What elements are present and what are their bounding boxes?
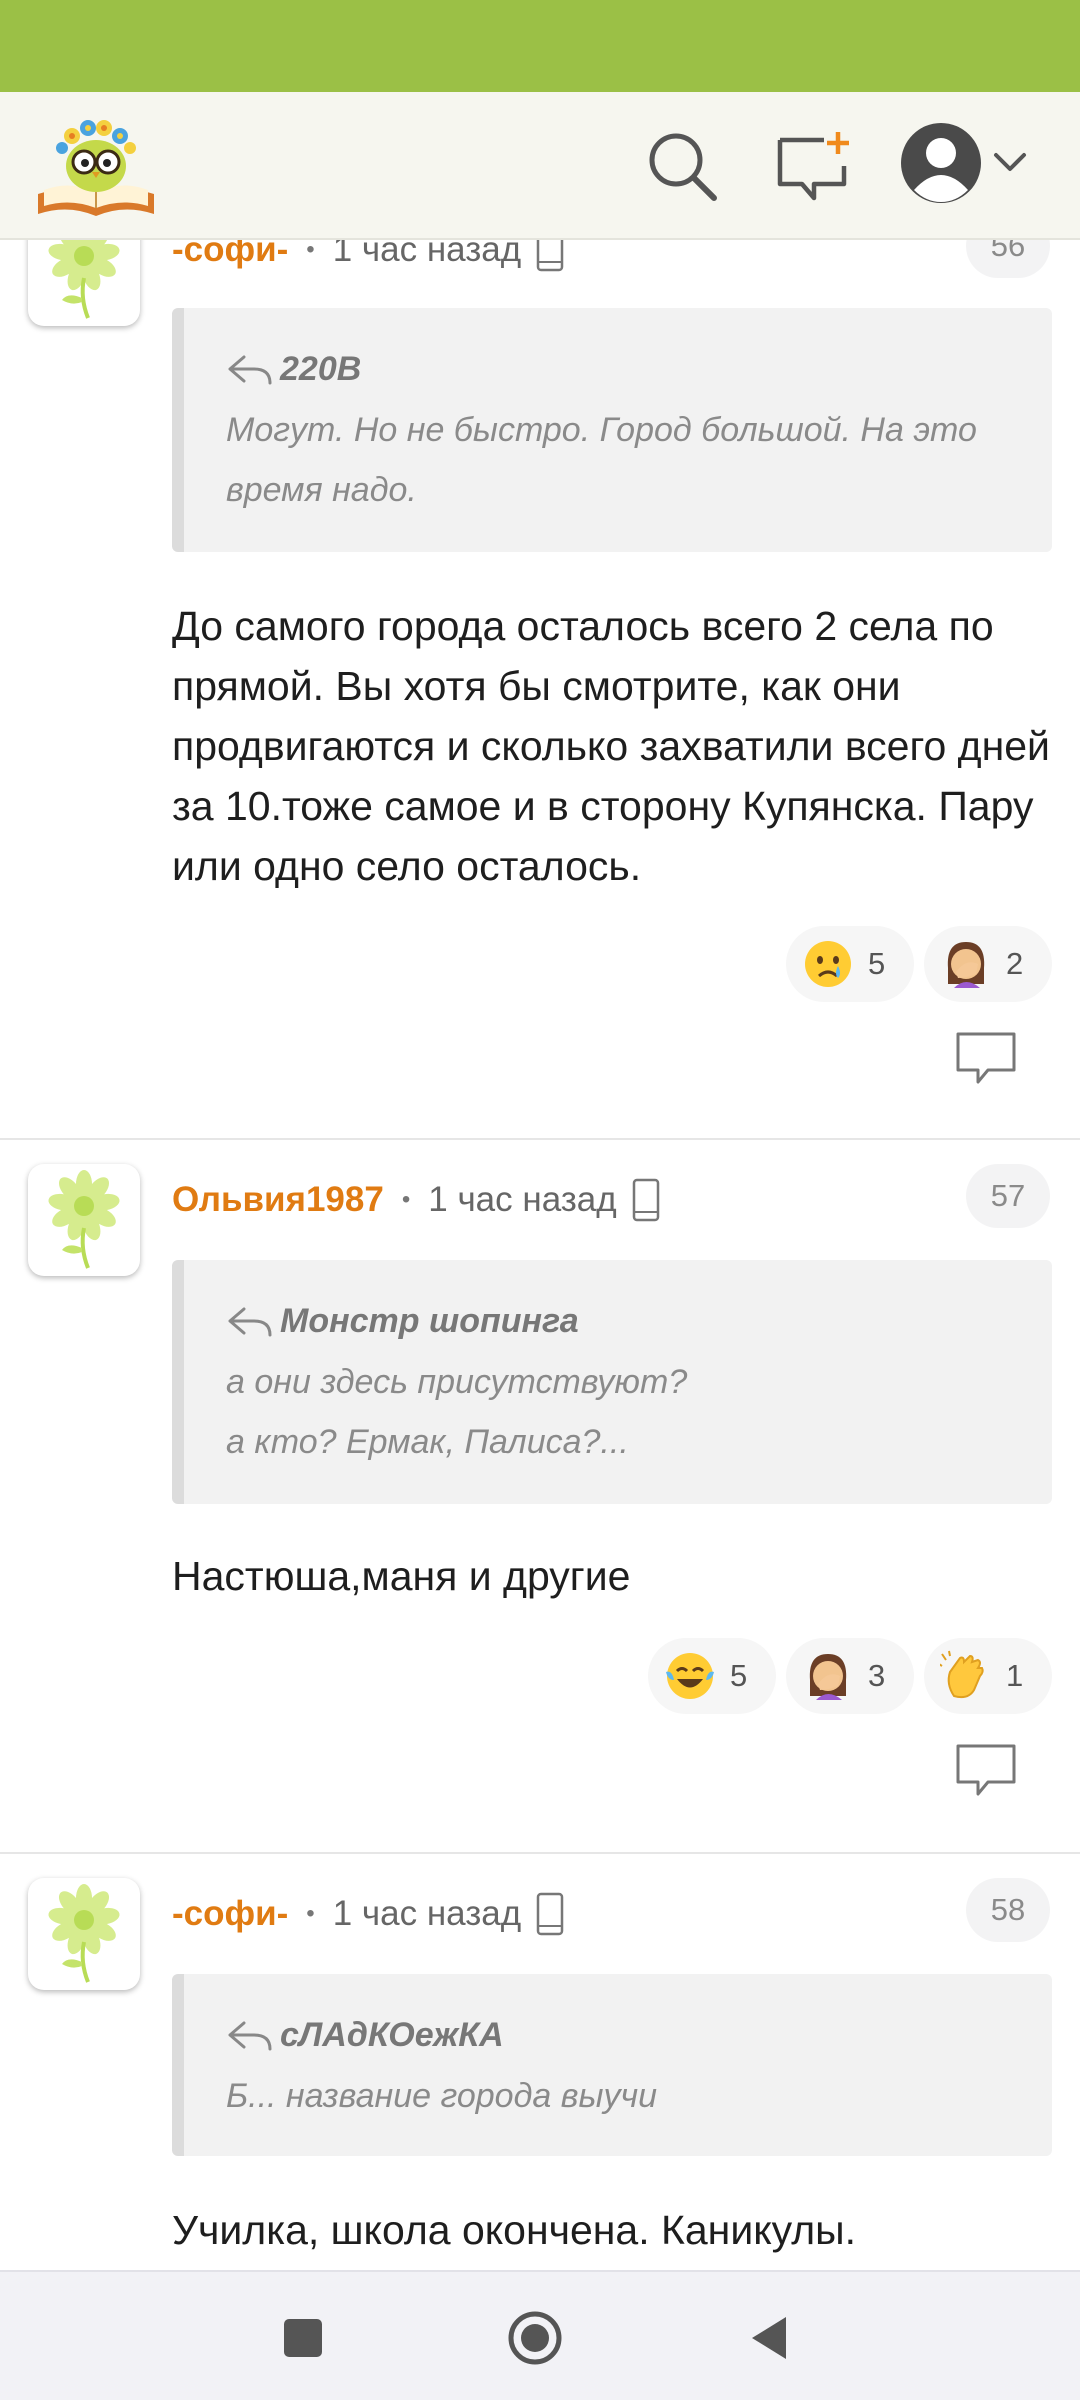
avatar[interactable]	[28, 1164, 140, 1276]
reaction-laughing[interactable]: 5	[648, 1638, 776, 1714]
reactions-row: 5 2	[786, 926, 1052, 1002]
avatar[interactable]	[28, 1878, 140, 1990]
reaction-count: 5	[730, 1658, 748, 1693]
quote-block[interactable]: сЛАдКОежКА Б... название города выучи	[172, 1974, 1052, 2156]
reply-arrow-icon	[228, 355, 272, 385]
quote-author: Монстр шопинга	[226, 1296, 1012, 1346]
reply-arrow-icon	[228, 2021, 272, 2051]
reaction-count: 1	[1006, 1658, 1024, 1693]
reply-arrow-icon	[228, 1307, 272, 1337]
comment-time: 1 час назад	[428, 1180, 617, 1219]
comment-text: До самого города осталось всего 2 села п…	[172, 603, 1050, 889]
face-with-tears-of-joy-icon	[666, 1653, 714, 1699]
woman-facepalming-icon	[809, 1654, 847, 1700]
reaction-clapping[interactable]: 1	[924, 1638, 1052, 1714]
quote-author-name: сЛАдКОежКА	[280, 2015, 504, 2054]
search-icon[interactable]	[640, 124, 724, 208]
daisy-avatar-icon	[48, 1170, 120, 1269]
reaction-facepalm[interactable]: 2	[924, 926, 1052, 1002]
new-post-icon[interactable]	[772, 124, 856, 208]
reply-comment-icon[interactable]	[954, 1030, 1018, 1090]
comment-number-badge[interactable]: 58	[966, 1878, 1050, 1942]
author-name[interactable]: Ольвия1987	[172, 1180, 384, 1220]
crying-face-icon	[805, 941, 851, 987]
quote-text: а они здесь присутствуют? а кто? Ермак, …	[226, 1363, 688, 1461]
reaction-facepalm[interactable]: 3	[786, 1638, 914, 1714]
quote-text: Б... название города выучи	[226, 2077, 658, 2115]
reaction-count: 2	[1006, 946, 1024, 981]
comment-text: Настюша,маня и другие	[172, 1553, 631, 1599]
reactions-row: 5 3 1	[648, 1638, 1052, 1714]
clapping-hands-icon	[940, 1650, 984, 1699]
quote-author-name: 220В	[280, 349, 362, 388]
comment-divider	[0, 1852, 1080, 1854]
comments-feed[interactable]: -софи- • 1 час назад 56 220В Могут. Но н…	[0, 0, 1080, 2270]
comment-meta: Ольвия1987 • 1 час назад	[172, 1170, 661, 1230]
comment-time: 1 час назад	[332, 1894, 522, 1933]
system-navigation-bar	[0, 2270, 1080, 2400]
back-icon[interactable]	[740, 2307, 802, 2369]
reaction-crying[interactable]: 5	[786, 926, 914, 1002]
daisy-avatar-icon	[48, 1884, 120, 1983]
chevron-down-icon[interactable]	[990, 142, 1030, 182]
comment-divider	[0, 1138, 1080, 1140]
quote-author-name: Монстр шопинга	[280, 1301, 579, 1340]
woman-facepalming-icon	[947, 942, 985, 988]
author-name[interactable]: -софи-	[172, 1894, 288, 1934]
comment-meta: -софи- • 1 час назад	[172, 1884, 565, 1944]
comment-text: Училка, школа окончена. Каникулы.	[172, 2207, 857, 2253]
quote-author: сЛАдКОежКА	[226, 2010, 1012, 2060]
separator-dot: •	[306, 1900, 315, 1927]
quote-text: Могут. Но не быстро. Город большой. На э…	[226, 411, 977, 509]
owl-on-book-logo[interactable]	[34, 110, 158, 222]
reply-comment-icon[interactable]	[954, 1742, 1018, 1802]
recent-apps-icon[interactable]	[272, 2307, 334, 2369]
profile-avatar-icon[interactable]	[898, 120, 984, 206]
reaction-count: 3	[868, 1658, 886, 1693]
mobile-phone-icon	[632, 1178, 659, 1222]
quote-block[interactable]: 220В Могут. Но не быстро. Город большой.…	[172, 308, 1052, 552]
app-header	[0, 92, 1080, 240]
separator-dot: •	[306, 236, 315, 263]
home-icon[interactable]	[504, 2307, 566, 2369]
separator-dot: •	[401, 1186, 411, 1213]
quote-block[interactable]: Монстр шопинга а они здесь присутствуют?…	[172, 1260, 1052, 1504]
comment-number-badge[interactable]: 57	[966, 1164, 1050, 1228]
quote-author: 220В	[226, 344, 1012, 394]
mobile-phone-icon	[536, 1892, 564, 1936]
reaction-count: 5	[868, 946, 886, 981]
